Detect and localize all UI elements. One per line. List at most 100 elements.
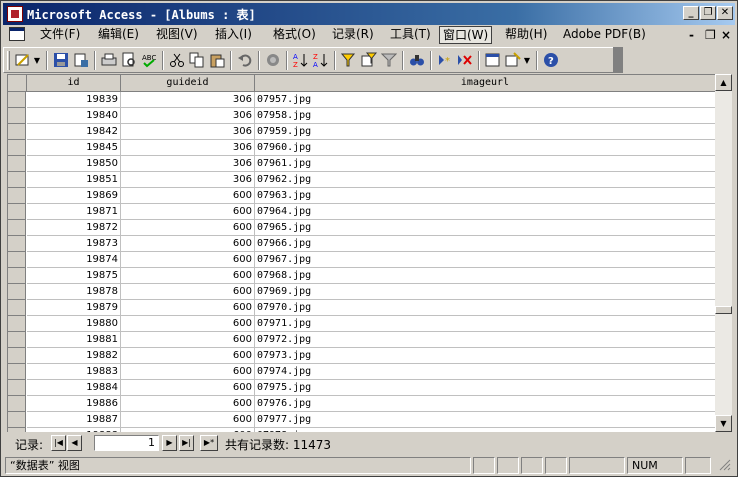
cell-id[interactable]: 19883: [27, 364, 121, 380]
cell-id[interactable]: 19875: [27, 268, 121, 284]
filter-by-selection-icon[interactable]: [340, 51, 358, 69]
row-selector[interactable]: [8, 396, 26, 412]
print-icon[interactable]: [100, 51, 118, 69]
row-selector[interactable]: [8, 300, 26, 316]
cell-guideid[interactable]: 306: [121, 172, 255, 188]
first-record-button[interactable]: |◀: [51, 435, 66, 451]
previous-record-button[interactable]: ◀: [67, 435, 82, 451]
cell-id[interactable]: 19886: [27, 396, 121, 412]
cell-imageurl[interactable]: 07978.jpg: [255, 428, 715, 432]
cell-guideid[interactable]: 600: [121, 316, 255, 332]
row-selector[interactable]: [8, 380, 26, 396]
row-selector[interactable]: [8, 156, 26, 172]
row-selector[interactable]: [8, 252, 26, 268]
column-header-imageurl[interactable]: imageurl: [255, 75, 715, 92]
cell-guideid[interactable]: 600: [121, 300, 255, 316]
menu-view[interactable]: 视图(V): [153, 26, 201, 44]
database-window-icon[interactable]: [484, 51, 502, 69]
horizontal-scroll-area[interactable]: [361, 435, 715, 452]
cut-icon[interactable]: [168, 51, 186, 69]
menu-adobe-pdf[interactable]: Adobe PDF(B): [560, 26, 649, 44]
copy-icon[interactable]: [188, 51, 206, 69]
cell-guideid[interactable]: 600: [121, 236, 255, 252]
menu-edit[interactable]: 编辑(E): [95, 26, 142, 44]
cell-guideid[interactable]: 600: [121, 428, 255, 432]
cell-imageurl[interactable]: 07957.jpg: [255, 92, 715, 108]
cell-id[interactable]: 19880: [27, 316, 121, 332]
row-selector[interactable]: [8, 332, 26, 348]
cell-id[interactable]: 19871: [27, 204, 121, 220]
row-selector[interactable]: [8, 108, 26, 124]
vertical-scrollbar[interactable]: ▲ ▼: [715, 74, 732, 432]
cell-id[interactable]: 19884: [27, 380, 121, 396]
cell-imageurl[interactable]: 07962.jpg: [255, 172, 715, 188]
design-view-icon[interactable]: [14, 51, 32, 69]
cell-guideid[interactable]: 600: [121, 364, 255, 380]
cell-id[interactable]: 19872: [27, 220, 121, 236]
row-selector[interactable]: [8, 124, 26, 140]
resize-grip-icon[interactable]: [713, 457, 733, 474]
column-header-guideid[interactable]: guideid: [121, 75, 255, 92]
apply-filter-icon[interactable]: [380, 51, 398, 69]
cell-id[interactable]: 19874: [27, 252, 121, 268]
mdi-restore-button[interactable]: ❐: [705, 28, 716, 42]
cell-id[interactable]: 19878: [27, 284, 121, 300]
cell-imageurl[interactable]: 07960.jpg: [255, 140, 715, 156]
row-selector[interactable]: [8, 140, 26, 156]
cell-imageurl[interactable]: 07968.jpg: [255, 268, 715, 284]
new-record-button[interactable]: ▶*: [200, 435, 218, 451]
last-record-button[interactable]: ▶|: [179, 435, 194, 451]
datasheet-doc-icon[interactable]: [9, 27, 25, 41]
menu-window[interactable]: 窗口(W): [439, 26, 493, 44]
cell-id[interactable]: 19881: [27, 332, 121, 348]
minimize-button[interactable]: _: [683, 6, 699, 20]
view-dropdown-icon[interactable]: ▼: [32, 51, 42, 69]
cell-id[interactable]: 19873: [27, 236, 121, 252]
cell-imageurl[interactable]: 07970.jpg: [255, 300, 715, 316]
cell-guideid[interactable]: 600: [121, 188, 255, 204]
cell-guideid[interactable]: 306: [121, 108, 255, 124]
cell-imageurl[interactable]: 07969.jpg: [255, 284, 715, 300]
row-selector[interactable]: [8, 172, 26, 188]
row-selector[interactable]: [8, 204, 26, 220]
row-selector[interactable]: [8, 268, 26, 284]
cell-imageurl[interactable]: 07959.jpg: [255, 124, 715, 140]
cell-id[interactable]: 19842: [27, 124, 121, 140]
row-selector[interactable]: [8, 284, 26, 300]
cell-imageurl[interactable]: 07972.jpg: [255, 332, 715, 348]
close-button[interactable]: ✕: [717, 6, 733, 20]
current-record-input[interactable]: 1: [94, 435, 159, 451]
cell-guideid[interactable]: 600: [121, 252, 255, 268]
title-bar[interactable]: Microsoft Access - [Albums : 表] _ ❐ ✕: [3, 3, 735, 25]
cell-id[interactable]: 19845: [27, 140, 121, 156]
cell-imageurl[interactable]: 07965.jpg: [255, 220, 715, 236]
sort-ascending-icon[interactable]: AZ: [292, 51, 310, 69]
row-selector[interactable]: [8, 316, 26, 332]
delete-record-icon[interactable]: [456, 51, 474, 69]
cell-guideid[interactable]: 600: [121, 204, 255, 220]
row-selector[interactable]: [8, 220, 26, 236]
row-selector[interactable]: [8, 428, 26, 432]
scroll-thumb[interactable]: [715, 306, 732, 314]
cell-guideid[interactable]: 600: [121, 396, 255, 412]
datasheet-grid[interactable]: id guideid imageurl 19839 306 07957.jpg 198…: [7, 74, 715, 432]
new-object-dropdown-icon[interactable]: ▼: [522, 51, 532, 69]
cell-imageurl[interactable]: 07963.jpg: [255, 188, 715, 204]
cell-imageurl[interactable]: 07977.jpg: [255, 412, 715, 428]
select-all-corner[interactable]: [8, 75, 27, 92]
menu-tools[interactable]: 工具(T): [387, 26, 434, 44]
cell-guideid[interactable]: 600: [121, 348, 255, 364]
row-selector[interactable]: [8, 236, 26, 252]
cell-imageurl[interactable]: 07974.jpg: [255, 364, 715, 380]
cell-id[interactable]: 19839: [27, 92, 121, 108]
cell-id[interactable]: 19851: [27, 172, 121, 188]
row-selector[interactable]: [8, 348, 26, 364]
toolbar-grip[interactable]: [7, 51, 10, 70]
cell-imageurl[interactable]: 07967.jpg: [255, 252, 715, 268]
row-selector[interactable]: [8, 188, 26, 204]
mdi-close-button[interactable]: ×: [721, 28, 731, 42]
menu-help[interactable]: 帮助(H): [502, 26, 550, 44]
cell-guideid[interactable]: 600: [121, 332, 255, 348]
cell-guideid[interactable]: 600: [121, 220, 255, 236]
restore-button[interactable]: ❐: [700, 6, 716, 20]
